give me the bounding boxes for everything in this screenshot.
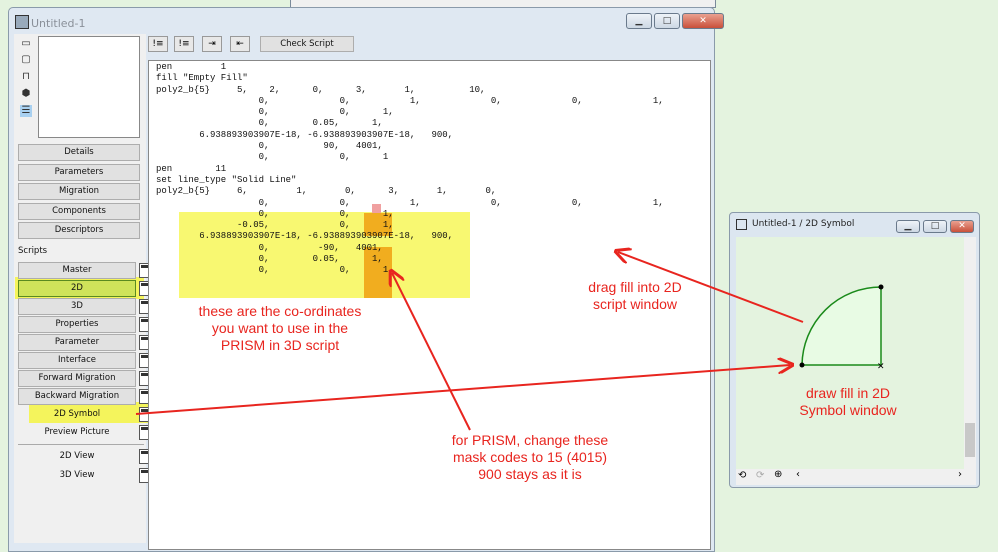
- code-line: poly2_b{5} 6, 1, 0, 3, 1, 0,: [156, 186, 497, 197]
- code-line: pen 11: [156, 163, 227, 174]
- preview-area: [38, 36, 140, 138]
- section-button-migration[interactable]: Migration: [18, 183, 140, 200]
- close-button[interactable]: ✕: [682, 13, 724, 29]
- scroll-right-icon[interactable]: ›: [958, 469, 962, 480]
- view-icon-2[interactable]: ▢: [20, 54, 32, 66]
- view-button-3d-view[interactable]: 3D View: [18, 467, 136, 484]
- script-button-parameter[interactable]: Parameter: [18, 334, 136, 351]
- zoom-previous-icon[interactable]: ⟳: [756, 470, 764, 481]
- code-line: 0, 0, 1: [156, 152, 389, 163]
- toolbar-button-outdent[interactable]: ⇤: [230, 36, 250, 52]
- symbol-close-button[interactable]: ✕: [950, 220, 974, 233]
- view-icon-3[interactable]: ⊓: [20, 71, 32, 83]
- scripts-label: Scripts: [18, 246, 48, 256]
- 2d-symbol-window: Untitled-1 / 2D Symbol ▁ □ ✕ ✕ draw fill…: [729, 212, 980, 488]
- minimize-button[interactable]: ▁: [626, 13, 652, 29]
- annotation-draw-fill: draw fill in 2D Symbol window: [799, 385, 897, 418]
- fill-node: [878, 284, 884, 290]
- code-line: 0, 0, 1,: [156, 107, 394, 118]
- symbol-minimize-button[interactable]: ▁: [896, 220, 920, 233]
- left-panel: ▭ ▢ ⊓ ⬢ ☰ Details Parameters Migration Comp…: [14, 34, 157, 543]
- section-button-components[interactable]: Components: [18, 202, 140, 220]
- script-button-forward-migration[interactable]: Forward Migration: [18, 370, 136, 387]
- code-line: 0, 90, 4001,: [156, 141, 383, 152]
- code-line: 0, 0, 1: [156, 265, 389, 276]
- symbol-window-title: Untitled-1 / 2D Symbol: [752, 219, 855, 229]
- code-line: 0, 0.05, 1,: [156, 254, 383, 265]
- fill-hotspot: ✕: [877, 362, 885, 372]
- code-line: -0.05, 0, 1,: [156, 220, 394, 231]
- view-icon-1[interactable]: ▭: [20, 38, 32, 50]
- toolbar-button-1[interactable]: !≡: [148, 36, 168, 52]
- section-button-parameters[interactable]: Parameters: [18, 163, 140, 181]
- toolbar-button-2[interactable]: !≡: [174, 36, 194, 52]
- script-code: pen 1 fill "Empty Fill" poly2_b{5} 5, 2, 0…: [156, 62, 664, 277]
- code-line: pen 1: [156, 62, 227, 72]
- code-line: fill "Empty Fill": [156, 73, 248, 84]
- script-list-icon[interactable]: ☰: [20, 105, 32, 117]
- script-button-3d[interactable]: 3D: [18, 298, 136, 315]
- script-button-preview-picture[interactable]: Preview Picture: [18, 424, 136, 441]
- symbol-maximize-button[interactable]: □: [923, 220, 947, 233]
- toolbar-button-indent[interactable]: ⇥: [202, 36, 222, 52]
- scroll-left-icon[interactable]: ‹: [796, 469, 800, 480]
- annotation-mask-codes: for PRISM, change these mask codes to 15…: [451, 432, 609, 482]
- code-line: 0, 0, 1, 0, 0, 1,: [156, 197, 664, 208]
- maximize-button[interactable]: □: [654, 13, 680, 29]
- code-line: poly2_b{5} 5, 2, 0, 3, 1, 10,: [156, 84, 486, 95]
- code-line: 0, 0.05, 1,: [156, 118, 383, 129]
- symbol-toolbar: ⟲ ⟳ ⊕ ‹ ›: [736, 469, 976, 485]
- script-button-2d-symbol[interactable]: 2D Symbol: [18, 406, 136, 423]
- script-button-backward-migration[interactable]: Backward Migration: [18, 388, 136, 405]
- window-icon: [15, 15, 29, 29]
- view-button-2d-view[interactable]: 2D View: [18, 448, 136, 465]
- code-line: 6.938893903907E-18, -6.938893903907E-18,…: [156, 129, 454, 140]
- zoom-fit-icon[interactable]: ⟲: [738, 470, 746, 481]
- zoom-in-icon[interactable]: ⊕: [774, 469, 782, 480]
- code-line: 6.938893903907E-18, -6.938893903907E-18,…: [156, 231, 454, 242]
- fill-shape: [801, 286, 882, 366]
- check-script-button[interactable]: Check Script: [260, 36, 354, 52]
- annotation-coordinates: these are the co-ordinates you want to u…: [198, 303, 362, 353]
- symbol-window-icon: [736, 219, 747, 230]
- script-button-master[interactable]: Master: [18, 262, 136, 279]
- script-button-interface[interactable]: Interface: [18, 352, 136, 369]
- section-button-descriptors[interactable]: Descriptors: [18, 222, 140, 239]
- code-line: 0, 0, 1,: [156, 208, 394, 219]
- script-button-2d[interactable]: 2D: [18, 280, 136, 297]
- script-button-properties[interactable]: Properties: [18, 316, 136, 333]
- code-line: 0, 0, 1, 0, 0, 1,: [156, 95, 664, 106]
- code-line: 0, -90, 4001,: [156, 242, 383, 253]
- symbol-canvas[interactable]: ✕ draw fill in 2D Symbol window: [736, 237, 964, 469]
- fill-node: [799, 362, 805, 368]
- divider: [18, 444, 144, 445]
- 3d-cube-icon[interactable]: ⬢: [20, 88, 32, 100]
- annotation-drag-fill: drag fill into 2D script window: [588, 279, 682, 312]
- window-title: Untitled-1: [31, 17, 86, 30]
- code-line: set line_type "Solid Line": [156, 174, 297, 185]
- section-button-details[interactable]: Details: [18, 144, 140, 161]
- vertical-scrollbar[interactable]: [964, 237, 976, 469]
